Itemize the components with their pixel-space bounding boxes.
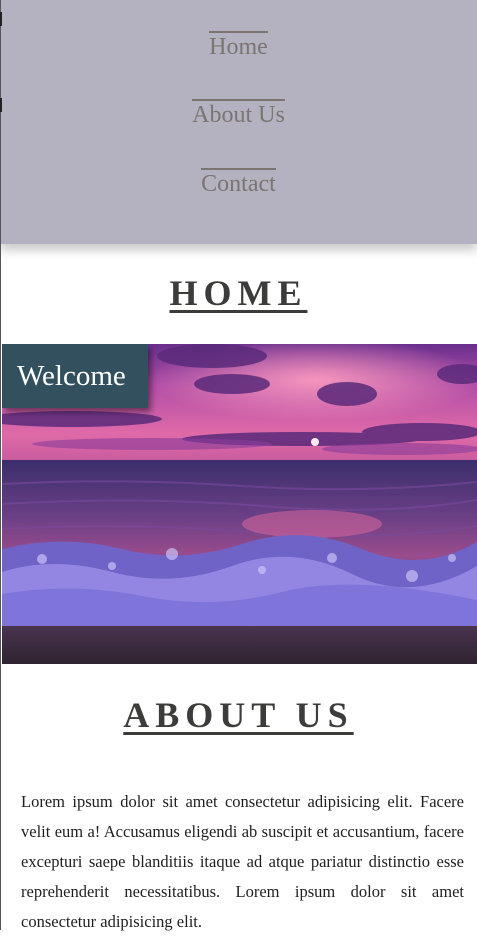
nav-link-label: Contact	[201, 168, 276, 197]
page-left-border	[0, 0, 1, 930]
home-section-title: HOME	[169, 273, 308, 313]
about-paragraph: Lorem ipsum dolor sit amet consectetur a…	[21, 792, 464, 931]
welcome-badge: Welcome	[2, 344, 148, 408]
nav-link-about-us[interactable]: About Us	[0, 99, 477, 129]
hero-image: Welcome	[2, 344, 477, 664]
nav-link-label: Home	[209, 31, 268, 60]
nav-link-home[interactable]: Home	[0, 31, 477, 61]
scroll-marker	[0, 98, 2, 112]
nav-link-label: About Us	[192, 99, 285, 128]
about-section-title: ABOUT US	[123, 695, 354, 735]
nav-link-contact[interactable]: Contact	[0, 168, 477, 198]
scroll-marker	[0, 12, 2, 26]
navigation-menu: Home About Us Contact	[0, 0, 477, 244]
